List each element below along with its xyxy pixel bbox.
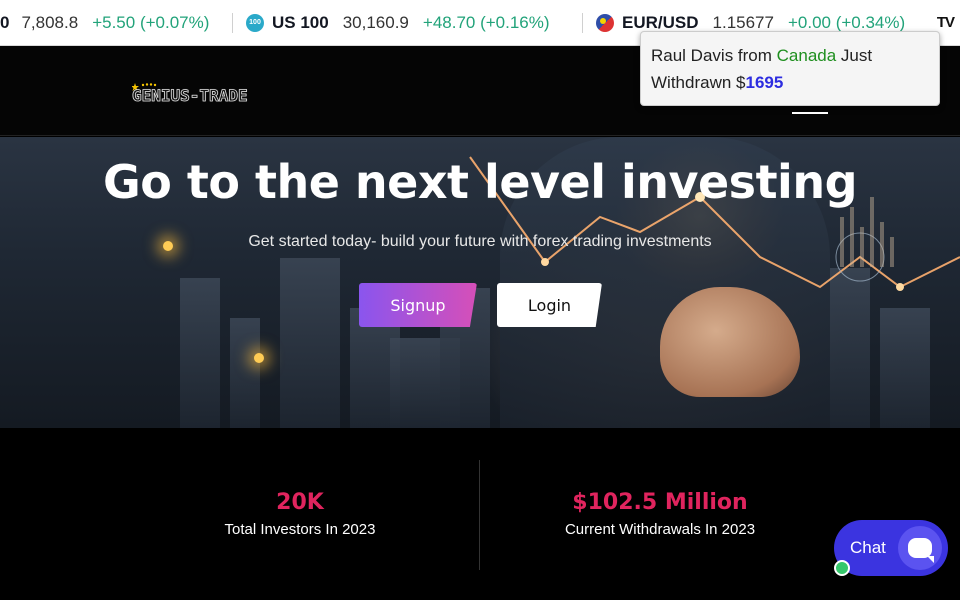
chat-label: Chat	[850, 538, 886, 557]
signup-button[interactable]: Signup	[359, 283, 477, 327]
chat-widget-button[interactable]: Chat	[834, 520, 948, 576]
ticker-change: +5.50 (+0.07%)	[92, 12, 210, 32]
ticker-change: +0.00 (+0.34%)	[787, 12, 906, 32]
ticker-price: 7,808.8	[21, 12, 79, 32]
stat-total-investors: 20K Total Investors In 2023	[150, 490, 450, 538]
ticker-symbol: US 100	[272, 12, 329, 32]
stat-value: 20K	[276, 490, 324, 515]
notification-country: Canada	[776, 46, 837, 65]
site-logo[interactable]: GENIUS-TRADE	[132, 86, 248, 106]
stat-withdrawals: $102.5 Million Current Withdrawals In 20…	[510, 490, 810, 538]
ticker-price: 1.15677	[712, 12, 774, 32]
online-status-icon	[834, 560, 850, 576]
stats-divider	[479, 460, 480, 570]
eur-usd-flag-icon	[596, 13, 614, 32]
ticker-item-us100[interactable]: 100 US 100 30,160.9 +48.70 (+0.16%)	[232, 0, 564, 45]
stat-value: $102.5 Million	[572, 490, 748, 515]
ticker-separator	[582, 13, 583, 33]
ticker-separator	[232, 13, 233, 33]
hero-subtitle: Get started today- build your future wit…	[248, 233, 712, 250]
ticker-price: 30,160.9	[342, 12, 409, 32]
login-button[interactable]: Login	[497, 283, 602, 327]
stat-label: Total Investors In 2023	[224, 521, 376, 538]
ticker-change: +48.70 (+0.16%)	[422, 12, 550, 32]
chat-bubble-icon	[898, 526, 942, 570]
notification-prefix: Raul Davis from	[651, 46, 777, 65]
ticker-item-0[interactable]: 0 7,808.8 +5.50 (+0.07%)	[0, 0, 223, 45]
notification-amount: 1695	[745, 73, 784, 92]
stats-section: 20K Total Investors In 2023 $102.5 Milli…	[0, 428, 960, 600]
hero-title: Go to the next level investing	[103, 155, 858, 209]
ticker-symbol: EUR/USD	[622, 12, 699, 32]
hero-section: Go to the next level investing Get start…	[0, 137, 960, 428]
us100-badge-icon: 100	[246, 13, 264, 32]
withdrawal-notification: Raul Davis from Canada Just Withdrawn $1…	[640, 31, 940, 106]
menu-toggle-icon[interactable]	[792, 112, 828, 114]
tradingview-logo-icon[interactable]: TV	[937, 14, 955, 31]
ticker-lead-fragment: 0	[0, 12, 10, 32]
stat-label: Current Withdrawals In 2023	[564, 521, 756, 538]
